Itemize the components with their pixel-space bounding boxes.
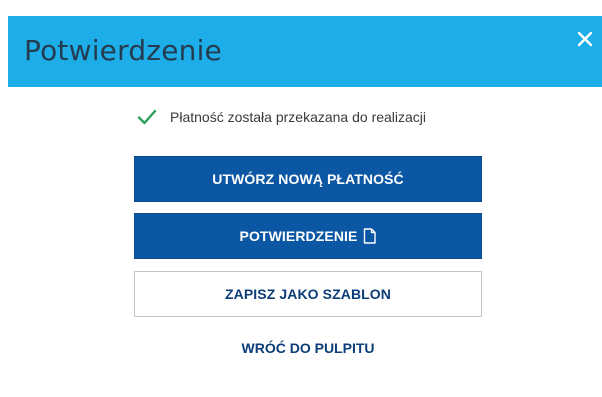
new-payment-button[interactable]: UTWÓRZ NOWĄ PŁATNOŚĆ: [134, 156, 482, 202]
dialog-title: Potwierdzenie: [24, 34, 222, 67]
confirmation-label: POTWIERDZENIE: [239, 228, 358, 244]
close-button[interactable]: [574, 28, 596, 50]
back-to-dashboard-link[interactable]: WRÓĆ DO PULPITU: [134, 340, 482, 364]
confirmation-dialog: Potwierdzenie Płatność została przekazan…: [0, 0, 602, 397]
confirmation-button[interactable]: POTWIERDZENIE: [134, 213, 482, 259]
status-text: Płatność została przekazana do realizacj…: [170, 109, 427, 125]
close-icon: [577, 31, 593, 47]
checkmark-icon: [137, 109, 157, 125]
dialog-header: Potwierdzenie: [8, 16, 602, 87]
save-as-template-label: ZAPISZ JAKO SZABLON: [224, 286, 392, 302]
new-payment-label: UTWÓRZ NOWĄ PŁATNOŚĆ: [212, 171, 404, 187]
document-icon: [363, 228, 377, 244]
status-message: Płatność została przekazana do realizacj…: [137, 106, 426, 128]
save-as-template-button[interactable]: ZAPISZ JAKO SZABLON: [134, 271, 482, 317]
